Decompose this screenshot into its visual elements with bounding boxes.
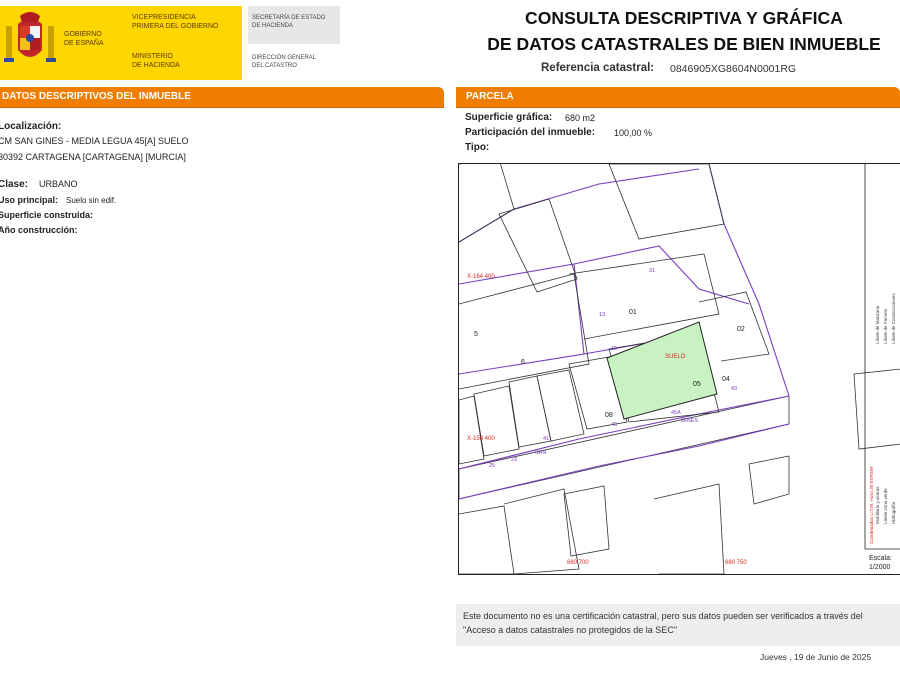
legend-note: Coordenadas U.T.M. Huso 30 ETRS89	[869, 466, 874, 544]
coord-bottom-mid: 680 700	[567, 560, 589, 566]
num-31-label: 31	[649, 268, 655, 274]
legend-line-0: Límite de Manzana	[875, 305, 880, 344]
section-title-parcela: PARCELA	[466, 91, 514, 102]
uso-label: Uso principal:	[0, 195, 59, 205]
legend-line-1: Límite de Parcela	[883, 308, 888, 344]
parcel-6-label: 6	[521, 359, 525, 366]
parcel-05-label: 05	[693, 381, 701, 388]
superficie-grafica-value: 680 m2	[565, 113, 596, 123]
clase-label: Clase:	[0, 179, 29, 190]
label-suelo: SUELO	[665, 354, 686, 360]
document-title-line1: CONSULTA DESCRIPTIVA Y GRÁFICA	[524, 8, 844, 28]
selected-parcel[interactable]	[606, 321, 718, 420]
section-bar-parcela: PARCELA	[456, 87, 900, 107]
scale-label: Escala:	[869, 555, 892, 562]
superficie-grafica-label: Superficie gráfica:	[465, 112, 553, 123]
address-line2: 30392 CARTAGENA [CARTAGENA] [MURCIA]	[0, 152, 186, 162]
num-13-label: 13	[599, 312, 605, 318]
cadastral-map-drawing: X-164 400 X-158 400 680 700 680 750 SUEL…	[459, 164, 900, 574]
street-gines-label: GINES	[681, 418, 698, 424]
document-title-line2: DE DATOS CATASTRALES DE BIEN INMUEBLE	[487, 34, 881, 54]
coord-top-left: X-164 400	[467, 274, 495, 280]
num-15-label: 15	[611, 346, 617, 352]
parcel-5-label: 5	[474, 331, 478, 338]
parcel-02-label: 02	[737, 326, 745, 333]
legend-line-5: Hidrografía	[891, 501, 896, 524]
num-43-label: 43	[731, 386, 737, 392]
street-san-label: SAN	[535, 450, 546, 456]
direccion-text: DIRECCIÓN GENERAL DEL CATASTRO	[252, 55, 317, 69]
secretaria-text: SECRETARÍA DE ESTADO DE HACIENDA	[252, 15, 326, 29]
anio-construccion-label: Año construcción:	[0, 225, 78, 235]
uso-value: Suelo sin edif.	[66, 196, 117, 205]
coord-mid-left: X-158 400	[467, 436, 495, 442]
clase-value: URBANO	[39, 179, 78, 189]
num-45a-label: 45A	[671, 410, 681, 416]
disclaimer-text: Este documento no es una certificación c…	[463, 611, 863, 635]
section-bar-datos: DATOS DESCRIPTIVOS DEL INMUEBLE	[0, 87, 444, 107]
num-45-label: 45	[611, 422, 617, 428]
localizacion-label: Localización:	[0, 121, 62, 132]
section-title-datos: DATOS DESCRIPTIVOS DEL INMUEBLE	[2, 91, 191, 102]
participacion-label: Participación del inmueble:	[465, 127, 596, 138]
legend-line-3: Mobiliario y aceras	[875, 486, 880, 524]
tipo-label: Tipo:	[465, 142, 490, 153]
address-line1: CM SAN GINES - MEDIA LEGUA 45[A] SUELO	[0, 136, 189, 146]
parcel-08-label: 08	[605, 412, 613, 419]
legend-line-4: Límite zona verde	[883, 488, 888, 524]
vicepresidencia-text: VICEPRESIDENCIA PRIMERA DEL GOBIERNO	[132, 14, 219, 30]
legend-line-2: Límite de Construcciones	[891, 292, 896, 344]
num-25-label: 25	[489, 463, 495, 469]
parcel-01-label: 01	[629, 309, 637, 316]
coord-bottom-right: 680 750	[725, 560, 747, 566]
cadastral-map[interactable]: X-164 400 X-158 400 680 700 680 750 SUEL…	[458, 163, 900, 575]
gobierno-text: GOBIERNO DE ESPAÑA	[64, 31, 104, 47]
document-date: Jueves , 19 de Junio de 2025	[760, 652, 872, 662]
coat-of-arms-icon	[4, 12, 56, 62]
superficie-construida-label: Superficie construida:	[0, 210, 94, 220]
refcat-label: Referencia catastral:	[541, 62, 655, 74]
refcat-value: 0846905XG8604N0001RG	[670, 63, 797, 75]
participacion-value: 100,00 %	[614, 128, 653, 138]
num-23-label: 23	[511, 457, 517, 463]
scale-value: 1/2000	[869, 564, 891, 571]
num-41-label: 41	[543, 436, 549, 442]
parcel-04-label: 04	[722, 376, 730, 383]
ministerio-text: MINISTERIO DE HACIENDA	[132, 53, 180, 69]
